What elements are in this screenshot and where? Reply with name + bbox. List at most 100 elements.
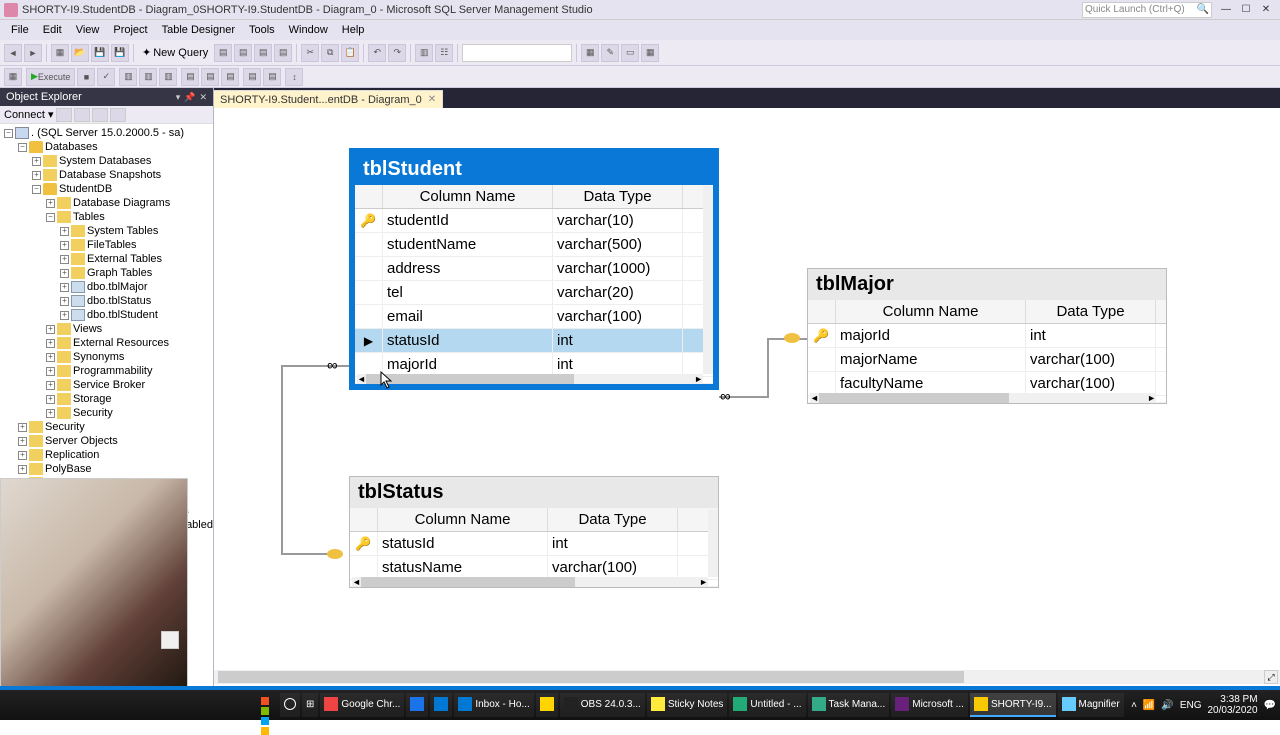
clock[interactable]: 3:38 PM20/03/2020 <box>1207 694 1257 716</box>
vscroll[interactable] <box>708 509 718 577</box>
undo-icon[interactable]: ↶ <box>368 44 386 62</box>
close-icon[interactable]: ✕ <box>199 92 207 102</box>
taskbar-item[interactable]: Magnifier <box>1058 693 1124 717</box>
taskbar-item[interactable]: Microsoft ... <box>891 693 968 717</box>
save-icon[interactable]: 💾 <box>91 44 109 62</box>
copy-icon[interactable]: ⧉ <box>321 44 339 62</box>
taskbar-item[interactable]: SHORTY-I9... <box>970 693 1056 717</box>
menu-file[interactable]: File <box>4 24 36 36</box>
menu-tools[interactable]: Tools <box>242 24 282 36</box>
tb-icon[interactable]: ▤ <box>263 68 281 86</box>
close-icon[interactable]: ✕ <box>428 94 436 105</box>
pin-icon[interactable]: 📌 <box>184 92 195 102</box>
hscroll[interactable]: ◄► <box>357 374 703 384</box>
tb-icon[interactable]: ▤ <box>274 44 292 62</box>
menu-bar[interactable]: File Edit View Project Table Designer To… <box>0 20 1280 40</box>
zoom-icon[interactable]: ⤢ <box>1264 670 1278 684</box>
tray-chevron-icon[interactable]: ˄ <box>1131 700 1137 711</box>
table-row[interactable]: 🔑studentIdvarchar(10) <box>355 209 713 233</box>
diagram-canvas[interactable]: ∞ ∞ tblStudent Column NameData Type 🔑stu… <box>214 108 1280 688</box>
table-row[interactable]: emailvarchar(100) <box>355 305 713 329</box>
pin-icon[interactable]: ▾ <box>176 92 181 102</box>
start-button[interactable] <box>260 696 278 714</box>
stop-icon[interactable]: ■ <box>77 68 95 86</box>
nav-fwd-icon[interactable]: ► <box>24 44 42 62</box>
menu-edit[interactable]: Edit <box>36 24 69 36</box>
lang-indicator[interactable]: ENG <box>1180 700 1202 711</box>
canvas-hscroll[interactable] <box>214 670 1280 684</box>
taskbar-item[interactable]: Google Chr... <box>320 693 404 717</box>
tb-icon[interactable]: ▤ <box>201 68 219 86</box>
taskbar[interactable]: ⊞ Google Chr...Inbox - Ho...OBS 24.0.3..… <box>0 690 1280 720</box>
tb-icon[interactable]: ▦ <box>581 44 599 62</box>
table-row[interactable]: 🔑majorIdint <box>808 324 1166 348</box>
tb-icon[interactable]: ▭ <box>621 44 639 62</box>
tb-icon[interactable]: ▤ <box>214 44 232 62</box>
execute-button[interactable]: ▶ Execute <box>26 68 75 86</box>
tb-icon[interactable]: ▤ <box>181 68 199 86</box>
system-tray[interactable]: ˄ 📶 🔊 ENG 3:38 PM20/03/2020 💬 <box>1131 694 1276 716</box>
taskbar-item[interactable] <box>430 693 452 717</box>
volume-icon[interactable]: 🔊 <box>1161 700 1173 711</box>
taskbar-item[interactable]: Sticky Notes <box>647 693 728 717</box>
table-tblstudent[interactable]: tblStudent Column NameData Type 🔑student… <box>349 148 719 390</box>
new-query-button[interactable]: ✦New Query <box>138 43 212 63</box>
hscroll[interactable]: ◄► <box>352 577 708 587</box>
paste-icon[interactable]: 📋 <box>341 44 359 62</box>
tb-icon[interactable]: ▤ <box>221 68 239 86</box>
tb-icon[interactable]: ☷ <box>435 44 453 62</box>
tb-icon[interactable]: ▦ <box>641 44 659 62</box>
diagram-tab[interactable]: SHORTY-I9.Student...entDB - Diagram_0✕ <box>214 90 443 108</box>
cut-icon[interactable]: ✂ <box>301 44 319 62</box>
tb-icon[interactable]: ▥ <box>139 68 157 86</box>
tb-icon[interactable]: ✎ <box>601 44 619 62</box>
filter-icon[interactable] <box>92 108 108 122</box>
menu-window[interactable]: Window <box>282 24 335 36</box>
connect-button[interactable]: Connect ▾ <box>4 108 54 121</box>
parse-icon[interactable]: ✓ <box>97 68 115 86</box>
hscroll[interactable]: ◄► <box>810 393 1156 403</box>
nav-back-icon[interactable]: ◄ <box>4 44 22 62</box>
menu-help[interactable]: Help <box>335 24 372 36</box>
table-row[interactable]: telvarchar(20) <box>355 281 713 305</box>
quick-launch[interactable]: Quick Launch (Ctrl+Q)🔍 <box>1082 2 1212 18</box>
tb-icon[interactable]: ↕ <box>285 68 303 86</box>
tb-icon[interactable] <box>74 108 90 122</box>
minimize-button[interactable]: — <box>1216 3 1236 17</box>
refresh-icon[interactable] <box>110 108 126 122</box>
taskbar-item[interactable]: Task Mana... <box>808 693 890 717</box>
close-button[interactable]: ✕ <box>1256 3 1276 17</box>
menu-project[interactable]: Project <box>106 24 154 36</box>
table-tblstatus[interactable]: tblStatus Column NameData Type 🔑statusId… <box>349 476 719 588</box>
table-row[interactable]: studentNamevarchar(500) <box>355 233 713 257</box>
db-combo[interactable] <box>462 44 572 62</box>
cortana-icon[interactable] <box>280 693 300 717</box>
redo-icon[interactable]: ↷ <box>388 44 406 62</box>
notifications-icon[interactable]: 💬 <box>1264 700 1276 711</box>
menu-table-designer[interactable]: Table Designer <box>155 24 242 36</box>
table-tblmajor[interactable]: tblMajor Column NameData Type 🔑majorIdin… <box>807 268 1167 404</box>
taskbar-item[interactable]: Inbox - Ho... <box>454 693 533 717</box>
table-row[interactable]: ▶statusIdint <box>355 329 713 353</box>
table-row[interactable]: majorNamevarchar(100) <box>808 348 1166 372</box>
tb-icon[interactable]: ▥ <box>159 68 177 86</box>
vscroll[interactable] <box>703 186 713 374</box>
tb-icon[interactable]: ▥ <box>119 68 137 86</box>
save-all-icon[interactable]: 💾 <box>111 44 129 62</box>
table-title[interactable]: tblStudent <box>355 154 713 185</box>
table-row[interactable]: 🔑statusIdint <box>350 532 718 556</box>
tb-icon[interactable]: ▥ <box>415 44 433 62</box>
taskbar-item[interactable] <box>536 693 558 717</box>
table-title[interactable]: tblMajor <box>808 269 1166 300</box>
tb-icon[interactable] <box>56 108 72 122</box>
tb-icon[interactable]: ▤ <box>243 68 261 86</box>
wifi-icon[interactable]: 📶 <box>1143 700 1155 711</box>
taskbar-item[interactable]: Untitled - ... <box>729 693 805 717</box>
tb-icon[interactable]: ▤ <box>234 44 252 62</box>
open-icon[interactable]: 📂 <box>71 44 89 62</box>
tb-icon[interactable]: ▦ <box>4 68 22 86</box>
maximize-button[interactable]: ☐ <box>1236 3 1256 17</box>
table-title[interactable]: tblStatus <box>350 477 718 508</box>
taskbar-item[interactable] <box>406 693 428 717</box>
taskbar-item[interactable]: OBS 24.0.3... <box>560 693 645 717</box>
